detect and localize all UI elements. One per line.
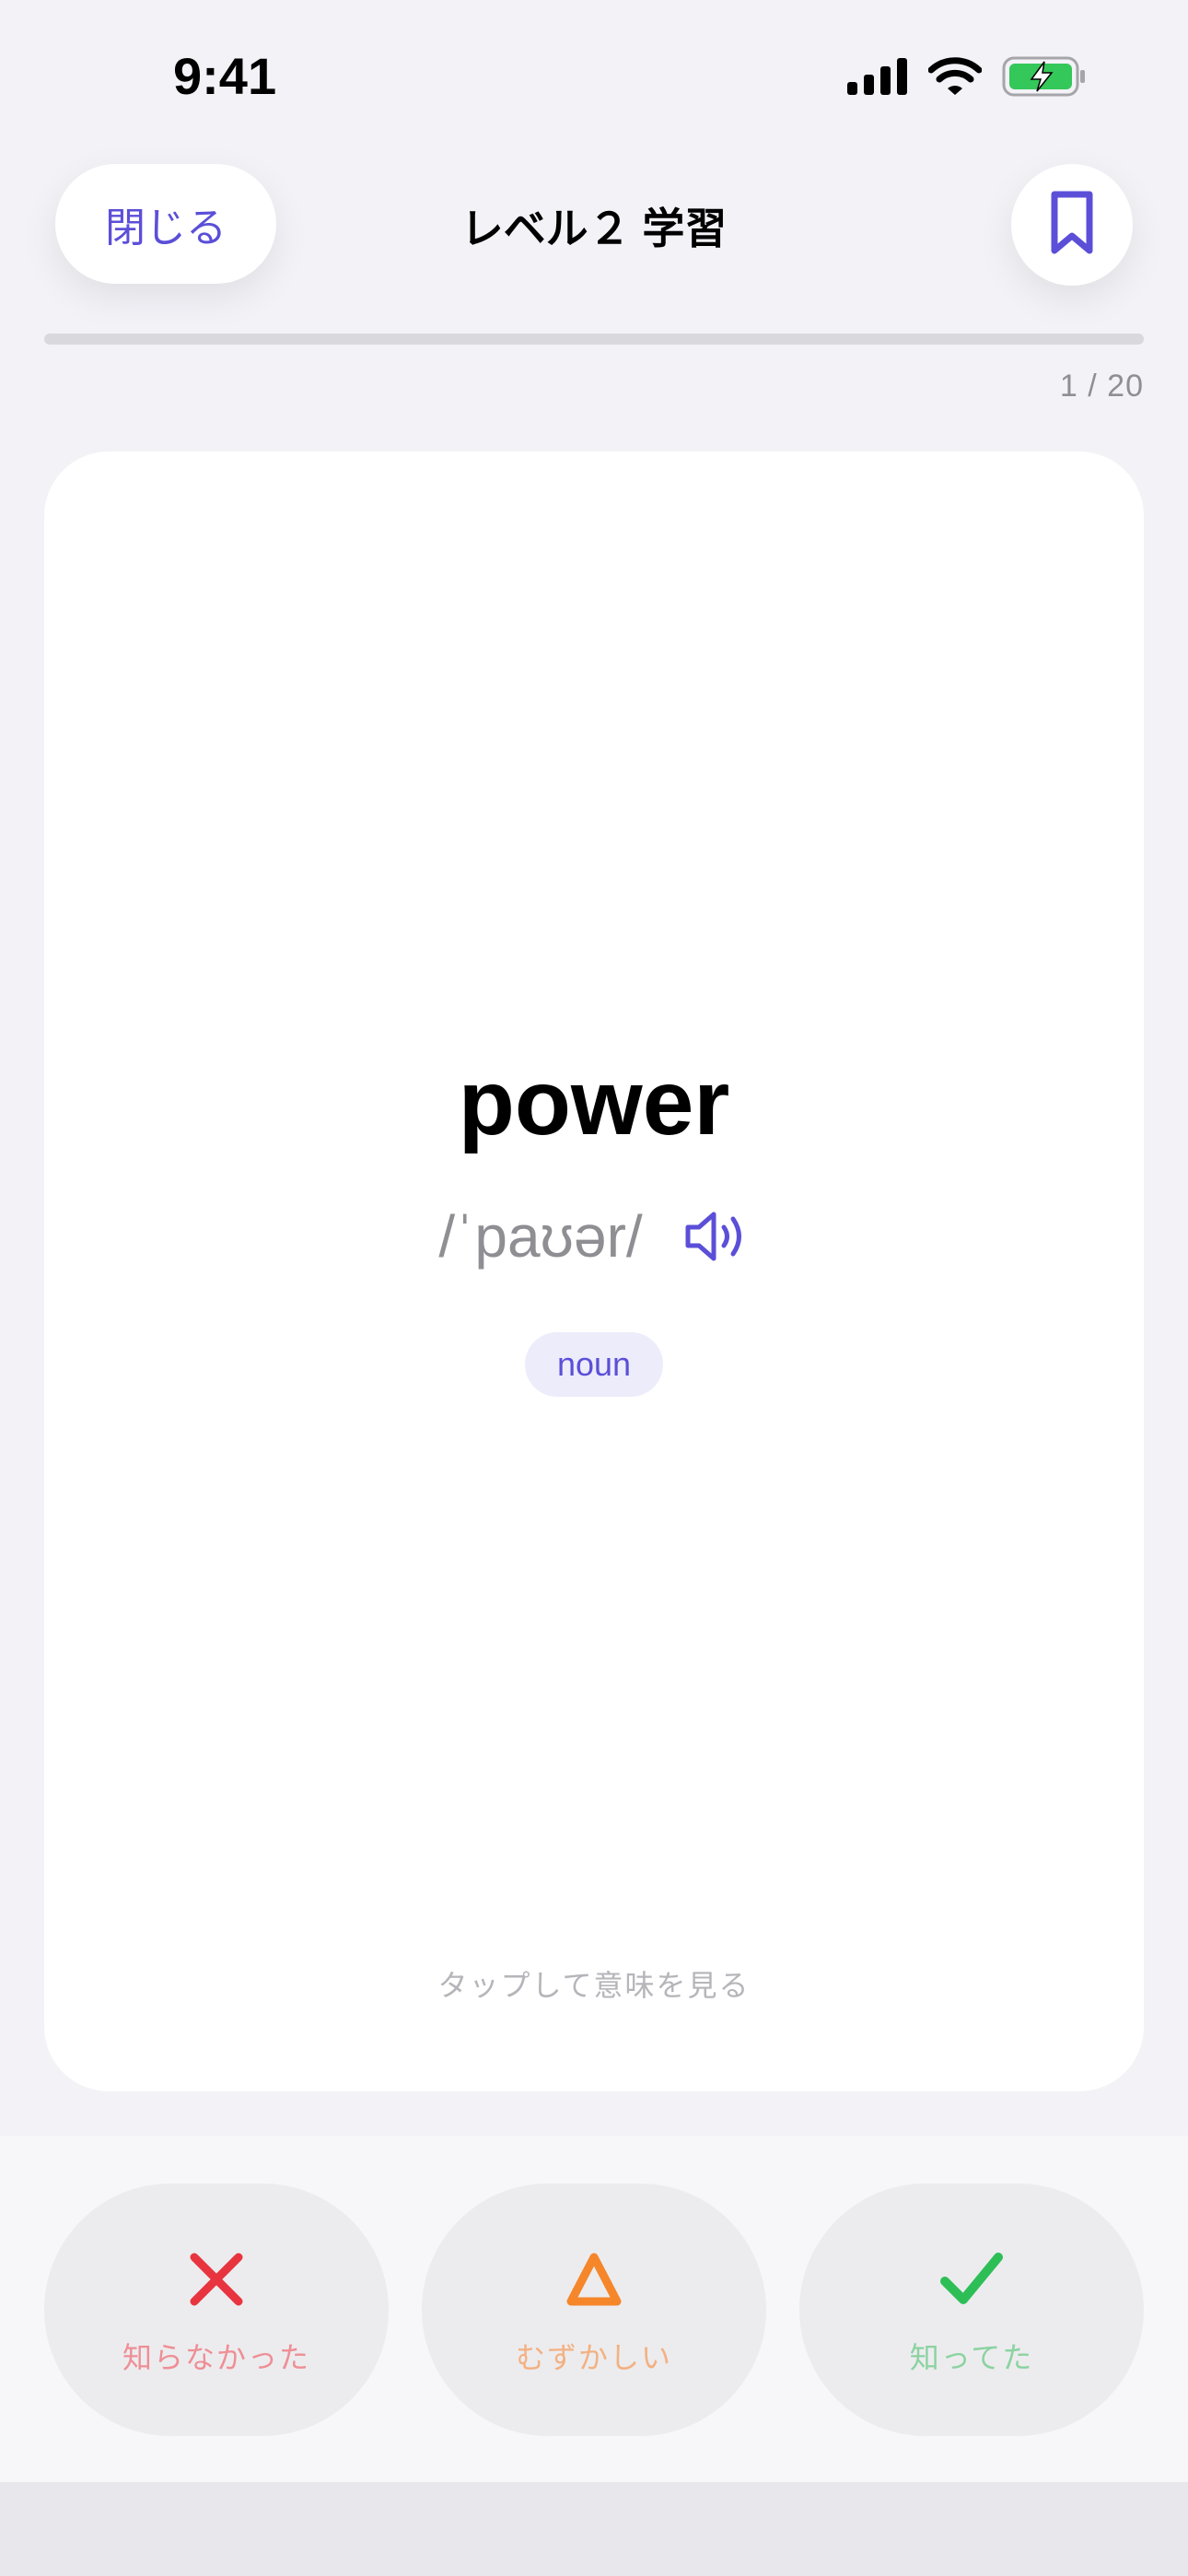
page-title: レベル２ 学習 — [460, 205, 728, 252]
status-time: 9:41 — [173, 47, 277, 105]
didnt-know-label: 知らなかった — [122, 2341, 310, 2374]
card-word: power — [458, 1051, 730, 1154]
triangle-icon — [557, 2242, 631, 2316]
didnt-know-button[interactable]: 知らなかった — [44, 2184, 389, 2436]
phonetic-text: /ˈpaʊər/ — [438, 1203, 643, 1270]
status-icons — [847, 56, 1087, 101]
check-icon — [935, 2242, 1008, 2316]
bookmark-icon — [1050, 190, 1094, 261]
knew-it-label: 知ってた — [909, 2341, 1034, 2374]
phonetic-row: /ˈpaʊər/ — [0, 1202, 1188, 1270]
speaker-icon[interactable] — [683, 1209, 750, 1264]
bookmark-button[interactable] — [1011, 164, 1133, 286]
x-icon — [180, 2242, 253, 2316]
flashcard-screen: 9:41 閉じる レベル２ 学習 1 / 20 power /ˈpaʊər/ n… — [0, 0, 1188, 2576]
flashcard[interactable] — [44, 451, 1144, 2091]
difficult-label: むずかしい — [515, 2341, 672, 2374]
progress-bar — [44, 334, 1144, 345]
battery-charging-icon — [1002, 56, 1087, 101]
part-of-speech-badge: noun — [525, 1332, 663, 1397]
signal-icon — [847, 57, 908, 100]
difficult-button[interactable]: むずかしい — [422, 2184, 766, 2436]
knew-it-button[interactable]: 知ってた — [799, 2184, 1144, 2436]
progress-counter: 1 / 20 — [1059, 369, 1144, 404]
bottom-footer — [0, 2482, 1188, 2576]
wifi-icon — [927, 56, 983, 100]
tap-hint: タップして意味を見る — [437, 1969, 751, 2002]
